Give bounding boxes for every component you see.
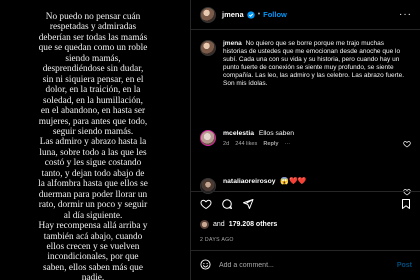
caption: jmena No quiero que se borre porque me t… <box>191 30 420 89</box>
post-text-line: que se quedan como un roble <box>38 43 148 54</box>
post-text-line: siendo mamás, <box>65 53 121 64</box>
post-action-bar <box>191 191 420 219</box>
comment-text: 😱❤️❤️ <box>280 178 307 185</box>
reply-button[interactable]: Reply <box>263 140 278 148</box>
comment-more-icon[interactable]: ··· <box>285 140 291 148</box>
post-date[interactable]: 2 DAYS AGO <box>200 237 234 243</box>
likes-count[interactable]: 179.208 others <box>229 221 278 228</box>
post-text-line: también acá abajo, cuando <box>43 231 143 242</box>
post-text-line: al día siguiente. <box>63 210 123 221</box>
comment-body: mcelestia Ellos saben 2d 244 likes Reply… <box>223 130 393 148</box>
post-text-line: soledad, en la humillación, <box>43 95 143 106</box>
heart-icon[interactable] <box>200 197 212 215</box>
comment-likes[interactable]: 244 likes <box>235 140 257 148</box>
post-image-text: No puedo no pensar cuán respetadas y admi… <box>0 12 190 280</box>
caption-avatar[interactable] <box>200 40 216 56</box>
verified-icon <box>247 10 255 19</box>
post-header: jmena • Follow ··· <box>191 0 420 30</box>
more-options-icon[interactable]: ··· <box>399 9 412 20</box>
post-text-line: duerman para poder llorar un <box>38 189 148 200</box>
caption-username[interactable]: jmena <box>223 40 242 47</box>
post-text-line: la alfombra hasta que ellos se <box>38 179 148 190</box>
post-comment-button[interactable]: Post <box>397 262 412 269</box>
post-text-line: No puedo no pensar cuán <box>45 12 141 22</box>
comment-like-heart-icon[interactable] <box>403 135 411 148</box>
post-text-line: respetadas y admiradas <box>49 22 137 33</box>
separator-dot: • <box>257 11 261 18</box>
comment-like-heart-icon[interactable] <box>403 183 411 196</box>
post-text-line: tanto, y dejan todo abajo de <box>41 168 145 179</box>
add-comment-input[interactable] <box>219 262 397 269</box>
post-text-line: rato, dormir un poco y seguir <box>38 200 148 211</box>
comment-avatar[interactable] <box>200 130 216 146</box>
comment-body: nataliaoreirosoy 😱❤️❤️ <box>223 178 393 186</box>
post-text-line: desprendiéndose sin dudar, <box>42 64 144 75</box>
comment-text: Ellos saben <box>258 130 295 137</box>
likes-prefix: and <box>213 221 225 228</box>
comment-icon[interactable] <box>221 197 233 215</box>
comments-list: jmena No quiero que se borre porque me t… <box>191 30 420 196</box>
author-username[interactable]: jmena <box>222 10 244 19</box>
instagram-post-view: No puedo no pensar cuán respetadas y admi… <box>0 0 420 280</box>
post-text-line: seguir siendo mamás. <box>52 126 134 137</box>
post-text-line: nadie. <box>81 273 105 280</box>
post-text-line: ellos crecen y se vuelven <box>46 241 140 252</box>
comment-username[interactable]: mcelestia <box>223 130 254 137</box>
caption-body: jmena No quiero que se borre porque me t… <box>223 40 408 89</box>
share-icon[interactable] <box>242 197 254 215</box>
comment-username[interactable]: nataliaoreirosoy <box>223 178 276 185</box>
post-text-line: saben, ellos saben más que <box>43 262 143 273</box>
comments-panel: jmena • Follow ··· jmena No quiero que s… <box>190 0 420 280</box>
post-text-line: Hay recompensa allá arriba y <box>38 221 148 232</box>
post-image: No puedo no pensar cuán respetadas y admi… <box>0 0 190 280</box>
post-text-line: incondicionales, por que <box>47 252 139 263</box>
follow-button[interactable]: Follow <box>263 10 287 19</box>
post-text-line: luna, sobre todo a las que les <box>39 147 147 158</box>
post-text-line: en el abandono, en hasta ser <box>40 106 146 117</box>
add-comment-bar: Post <box>191 250 420 280</box>
post-text-line: Las admiro y abrazo hasta la <box>39 137 147 148</box>
caption-text: No quiero que se borre porque me trajo m… <box>223 40 405 88</box>
post-text-line: dolor, en la traición, en la <box>45 85 141 96</box>
post-text-line: mujeres, para antes que todo, <box>38 116 148 127</box>
post-text-line: costó y les sigue costando <box>44 158 142 169</box>
post-text-line: deberían ser todas las mamás <box>38 32 148 43</box>
post-text-line: sin ni siquiera pensar, en el <box>42 74 144 85</box>
likes-summary: and 179.208 others <box>200 220 277 229</box>
comment-time: 2d <box>223 141 230 147</box>
bookmark-icon[interactable] <box>400 197 412 215</box>
comment-meta: 2d 244 likes Reply ··· <box>223 140 393 148</box>
liker-avatar[interactable] <box>200 220 209 229</box>
author-avatar[interactable] <box>200 6 216 23</box>
emoji-icon[interactable] <box>200 257 211 275</box>
comment-item: mcelestia Ellos saben 2d 244 likes Reply… <box>191 130 420 148</box>
